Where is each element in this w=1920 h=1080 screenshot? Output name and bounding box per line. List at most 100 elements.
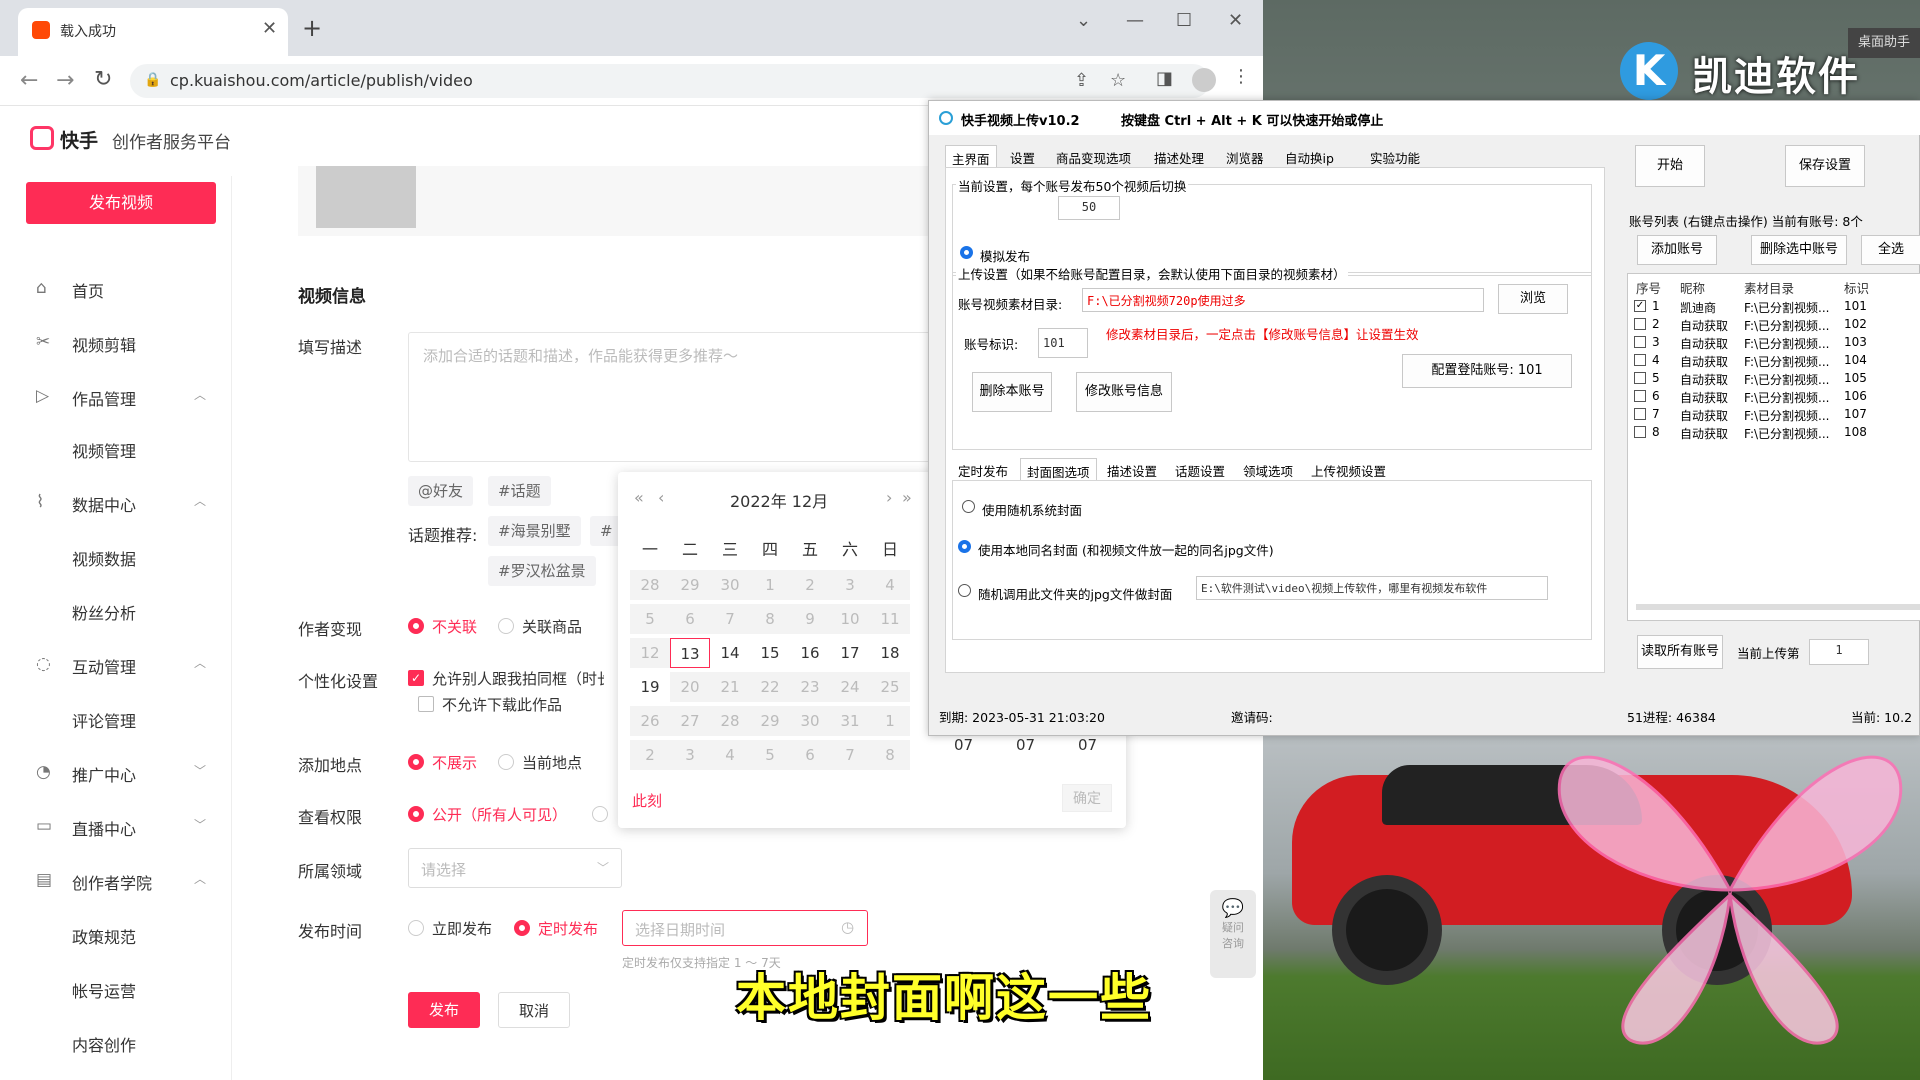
- browse-button[interactable]: 浏览: [1498, 284, 1568, 314]
- view-radio-other[interactable]: [592, 806, 608, 822]
- app-tab[interactable]: 描述处理: [1148, 145, 1210, 167]
- tab-search-icon[interactable]: ⌄: [1076, 10, 1091, 31]
- table-row[interactable]: 7 自动获取 F:\已分割视频... 107: [1628, 406, 1920, 424]
- account-id-input[interactable]: 101: [1038, 328, 1088, 358]
- calendar-day[interactable]: 13: [670, 638, 710, 668]
- back-icon[interactable]: ←: [20, 68, 38, 93]
- next-year-icon[interactable]: »: [902, 488, 912, 507]
- next-month-icon[interactable]: ›: [886, 488, 892, 507]
- sidebar-item-video-manage[interactable]: 视频管理: [10, 430, 232, 470]
- calendar-day[interactable]: 15: [750, 638, 790, 668]
- calendar-day[interactable]: 26: [630, 706, 670, 736]
- start-button[interactable]: 开始: [1635, 145, 1705, 187]
- delete-account-button[interactable]: 删除本账号: [972, 372, 1052, 412]
- sidebar-group-promotion[interactable]: ◔ 推广中心 ﹀: [10, 754, 232, 794]
- sidebar-item-content-creation[interactable]: 内容创作: [10, 1024, 232, 1064]
- monetize-radio-none[interactable]: [408, 618, 424, 634]
- sidebar-item-video-edit[interactable]: ✂ 视频剪辑: [10, 324, 232, 364]
- switch-count-input[interactable]: 50: [1058, 196, 1120, 220]
- sidebar-item-comments[interactable]: 评论管理: [10, 700, 232, 740]
- simulate-radio[interactable]: [960, 246, 973, 259]
- cover-sub-tab[interactable]: 描述设置: [1101, 458, 1163, 480]
- new-tab-icon[interactable]: +: [302, 14, 322, 42]
- prev-month-icon[interactable]: ‹: [658, 488, 664, 507]
- calendar-day[interactable]: 30: [790, 706, 830, 736]
- desktop-helper-button[interactable]: 桌面助手: [1848, 28, 1920, 58]
- current-upload-input[interactable]: 1: [1809, 639, 1869, 665]
- sidebar-group-works[interactable]: ▷ 作品管理 ︿: [10, 378, 232, 418]
- calendar-day[interactable]: 12: [630, 638, 670, 668]
- calendar-day[interactable]: 7: [710, 604, 750, 634]
- calendar-day[interactable]: 5: [750, 740, 790, 770]
- account-checkbox[interactable]: [1634, 318, 1646, 330]
- topic-rec-tag[interactable]: #海景别墅: [488, 516, 581, 546]
- view-radio-public[interactable]: [408, 806, 424, 822]
- sidebar-item-policy[interactable]: 政策规范: [10, 916, 232, 956]
- time-minute[interactable]: 07: [1016, 736, 1035, 754]
- sidebar-item-video-data[interactable]: 视频数据: [10, 538, 232, 578]
- table-row[interactable]: 3 自动获取 F:\已分割视频... 103: [1628, 334, 1920, 352]
- sidebar-item-fans[interactable]: 粉丝分析: [10, 592, 232, 632]
- sidebar-group-academy[interactable]: ▤ 创作者学院 ︿: [10, 862, 232, 902]
- no-download-checkbox[interactable]: [418, 696, 434, 712]
- location-radio-current[interactable]: [498, 754, 514, 770]
- calendar-day[interactable]: 29: [750, 706, 790, 736]
- cover-sub-tab[interactable]: 定时发布: [952, 458, 1014, 480]
- calendar-day[interactable]: 29: [670, 570, 710, 600]
- date-time-input[interactable]: 选择日期时间 ◷: [622, 910, 868, 946]
- calendar-day[interactable]: 28: [630, 570, 670, 600]
- calendar-day[interactable]: 22: [750, 672, 790, 702]
- calendar-day[interactable]: 21: [710, 672, 750, 702]
- calendar-day[interactable]: 4: [870, 570, 910, 600]
- at-friend-button[interactable]: @好友: [408, 476, 474, 506]
- table-row[interactable]: 2 自动获取 F:\已分割视频... 102: [1628, 316, 1920, 334]
- cover-sub-tab[interactable]: 话题设置: [1169, 458, 1231, 480]
- calendar-day[interactable]: 1: [750, 570, 790, 600]
- cover-sub-tab[interactable]: 领域选项: [1237, 458, 1299, 480]
- account-checkbox[interactable]: [1634, 372, 1646, 384]
- calendar-day[interactable]: 23: [790, 672, 830, 702]
- account-checkbox[interactable]: [1634, 390, 1646, 402]
- help-consult-button[interactable]: 💬 疑问 咨询: [1210, 890, 1256, 978]
- cover-radio-folder[interactable]: [958, 584, 971, 597]
- calendar-day[interactable]: 3: [830, 570, 870, 600]
- calendar-day[interactable]: 5: [630, 604, 670, 634]
- app-tab[interactable]: 设置: [1004, 145, 1041, 167]
- app-tab[interactable]: 浏览器: [1220, 145, 1270, 167]
- sidebar-group-interaction[interactable]: ◌ 互动管理 ︿: [10, 646, 232, 686]
- topic-rec-tag[interactable]: #罗汉松盆景: [488, 556, 596, 586]
- calendar-day[interactable]: 1: [870, 706, 910, 736]
- calendar-day[interactable]: 16: [790, 638, 830, 668]
- calendar-day[interactable]: 2: [790, 570, 830, 600]
- table-row[interactable]: 8 自动获取 F:\已分割视频... 108: [1628, 424, 1920, 442]
- monetize-radio-product[interactable]: [498, 618, 514, 634]
- account-checkbox[interactable]: ✓: [1634, 300, 1646, 312]
- calendar-day[interactable]: 24: [830, 672, 870, 702]
- calendar-day[interactable]: 10: [830, 604, 870, 634]
- cover-sub-tab[interactable]: 上传视频设置: [1305, 458, 1392, 480]
- calendar-day[interactable]: 11: [870, 604, 910, 634]
- table-row[interactable]: ✓ 1 凯迪商 F:\已分割视频... 101: [1628, 298, 1920, 316]
- calendar-day[interactable]: 8: [750, 604, 790, 634]
- app-tab[interactable]: 主界面: [945, 145, 997, 167]
- calendar-day[interactable]: 17: [830, 638, 870, 668]
- sidepanel-icon[interactable]: ◨: [1156, 68, 1173, 89]
- calendar-day[interactable]: 6: [670, 604, 710, 634]
- cover-radio-local-same-name[interactable]: [958, 540, 971, 553]
- topic-button[interactable]: #话题: [488, 476, 551, 506]
- prev-year-icon[interactable]: «: [634, 488, 644, 507]
- add-account-button[interactable]: 添加账号: [1637, 235, 1717, 265]
- calendar-day[interactable]: 28: [710, 706, 750, 736]
- calendar-day[interactable]: 6: [790, 740, 830, 770]
- minimize-icon[interactable]: —: [1126, 10, 1144, 31]
- publish-video-button[interactable]: 发布视频: [26, 182, 216, 224]
- calendar-day[interactable]: 9: [790, 604, 830, 634]
- table-row[interactable]: 6 自动获取 F:\已分割视频... 106: [1628, 388, 1920, 406]
- save-settings-button[interactable]: 保存设置: [1785, 145, 1865, 187]
- now-link[interactable]: 此刻: [632, 790, 662, 811]
- cover-radio-random-system[interactable]: [962, 500, 975, 513]
- sidebar-group-live[interactable]: ▭ 直播中心 ﹀: [10, 808, 232, 848]
- app-tab[interactable]: 实验功能: [1364, 145, 1426, 167]
- calendar-day[interactable]: 3: [670, 740, 710, 770]
- calendar-day[interactable]: 31: [830, 706, 870, 736]
